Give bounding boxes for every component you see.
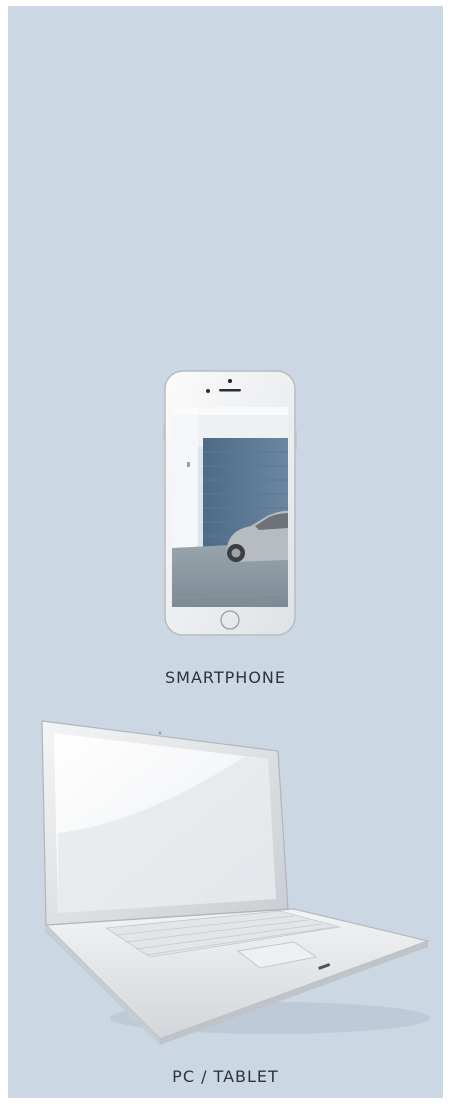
laptop-label: PC / TABLET — [172, 1067, 279, 1086]
smartphone-icon — [163, 370, 297, 636]
device-panel: SMARTPHONE PC / TABLET — [8, 6, 443, 1098]
laptop-icon — [41, 720, 430, 1045]
smartphone-label: SMARTPHONE — [165, 668, 286, 687]
